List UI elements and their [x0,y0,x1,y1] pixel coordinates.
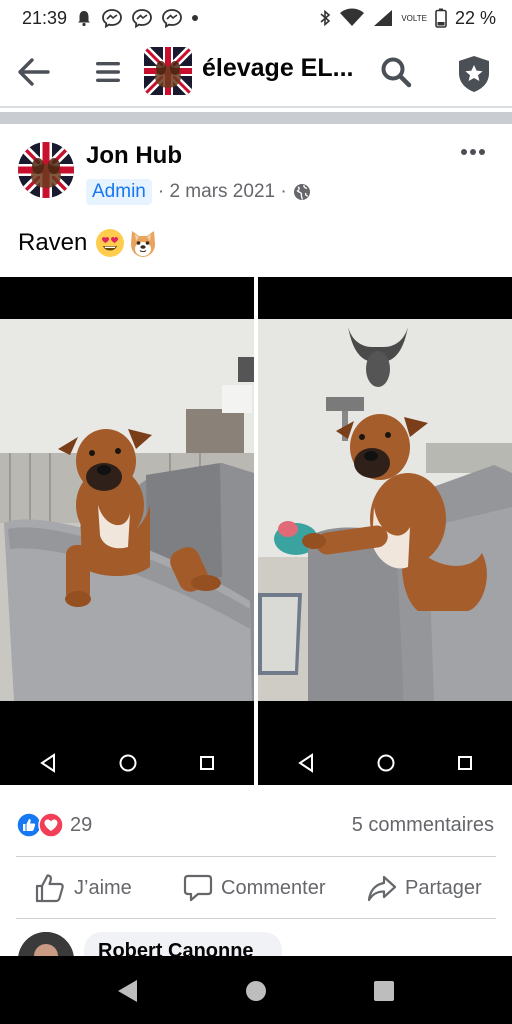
dog-face-emoji [127,228,159,258]
comment-icon [183,874,213,902]
post-actions: J’aime Commenter Partager [0,860,512,916]
bluetooth-icon [319,9,331,27]
status-left: 21:39 [22,8,199,29]
comment-label: Commenter [221,876,326,899]
group-title[interactable]: élevage EL... [202,54,353,83]
search-button[interactable] [376,52,416,92]
more-icon [461,149,485,155]
reaction-icons [16,812,64,838]
shield-star-icon [459,56,489,92]
actions-divider [16,918,496,919]
share-icon [367,875,397,902]
post-date[interactable]: · 2 mars 2021 · [158,181,287,203]
like-button[interactable]: J’aime [34,870,132,906]
back-button[interactable] [16,54,52,90]
header-divider [0,106,512,108]
love-icon [38,812,64,838]
status-bar: 21:39 VoLTE 22 % [0,0,512,36]
thumb-icon [35,874,64,903]
nav-back-button[interactable] [112,976,142,1006]
share-button[interactable]: Partager [367,870,482,906]
signal-icon [373,9,393,27]
post-photo-1[interactable] [0,277,254,785]
system-nav-bar [0,956,512,1024]
comment-button[interactable]: Commenter [183,870,325,906]
nav-home-icon [246,981,266,1001]
section-separator [0,112,512,124]
author-avatar[interactable] [18,142,74,198]
search-icon [381,57,412,88]
comment-bubble[interactable]: Robert Canonne [84,932,282,956]
post-more-button[interactable] [458,140,488,164]
commenter-avatar[interactable] [18,932,74,956]
status-time: 21:39 [22,7,68,28]
globe-icon [293,183,311,201]
status-right: VoLTE 22 % [319,8,496,29]
menu-button[interactable] [90,54,126,90]
reactions-summary[interactable]: 29 [16,812,92,838]
admin-tools-button[interactable] [452,52,496,96]
messenger-icon-2 [131,8,153,28]
like-label: J’aime [74,876,132,899]
post-photo-2[interactable] [258,277,512,785]
post-text: Raven [18,228,159,258]
reactions-divider [16,856,496,857]
reaction-count: 29 [70,813,93,836]
network-label: VoLTE [401,13,427,23]
wifi-icon [339,8,365,28]
share-label: Partager [405,876,482,899]
nav-recents-icon [374,981,394,1001]
post-photos [0,277,512,785]
group-avatar[interactable] [144,47,192,95]
notification-bell-icon [75,9,93,27]
commenter-name[interactable]: Robert Canonne [98,940,268,956]
post-meta: Admin · 2 mars 2021 · [86,178,311,206]
comment-preview: Robert Canonne [0,926,512,956]
author-name[interactable]: Jon Hub [86,142,182,170]
battery-percent: 22 % [454,7,496,28]
heart-eyes-emoji [95,228,125,258]
nav-home-button[interactable] [241,976,271,1006]
app-bar: élevage EL... [0,40,512,104]
nav-recents-button[interactable] [369,976,399,1006]
post-text-content: Raven [18,229,88,256]
nav-back-icon [118,980,137,1002]
messenger-icon [101,8,123,28]
more-notifications-dot-icon [191,14,199,22]
admin-badge: Admin [86,179,152,205]
comments-count[interactable]: 5 commentaires [352,814,494,837]
menu-icon [96,62,120,82]
battery-icon [435,8,447,28]
messenger-icon-3 [161,8,183,28]
back-arrow-icon [18,58,50,86]
